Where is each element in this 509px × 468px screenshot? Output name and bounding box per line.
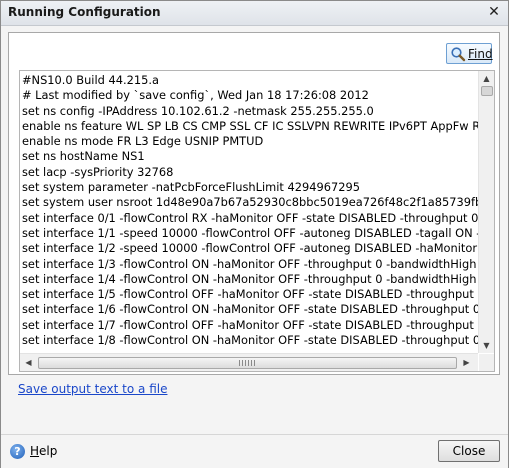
config-line: set system user nsroot 1d48e90a7b67a5293… [22, 195, 478, 210]
scrollbar-corner [479, 354, 494, 371]
scroll-down-icon[interactable]: ▼ [479, 338, 494, 353]
help-icon: ? [10, 444, 25, 459]
config-line: set lacp -sysPriority 32768 [22, 164, 174, 179]
config-line: set interface 1/2 -speed 10000 -flowCont… [22, 241, 478, 256]
config-panel: Find #NS10.0 Build 44.215.a # Last modifi… [8, 32, 500, 432]
horizontal-scroll-thumb[interactable] [38, 357, 457, 369]
config-line: set interface 1/5 -flowControl OFF -haMo… [22, 287, 478, 302]
config-line: set ns config -IPAddress 10.102.61.2 -ne… [22, 103, 374, 118]
config-line: set ns hostName NS1 [22, 149, 145, 164]
config-line: set system parameter -natPcbForceFlushLi… [22, 180, 360, 195]
config-line: set interface 1/8 -flowControl ON -haMon… [22, 333, 478, 348]
config-group-box: Find #NS10.0 Build 44.215.a # Last modifi… [8, 32, 500, 375]
scroll-left-icon[interactable]: ◀ [21, 355, 36, 370]
scroll-right-icon[interactable]: ▶ [459, 355, 474, 370]
config-line: # Last modified by `save config`, Wed Ja… [22, 88, 369, 103]
help-label: Help [30, 444, 58, 458]
save-output-link[interactable]: Save output text to a file [18, 382, 167, 396]
config-text-area[interactable]: #NS10.0 Build 44.215.a # Last modified by… [19, 70, 495, 372]
config-line: set interface 1/7 -flowControl OFF -haMo… [22, 317, 478, 332]
config-line: #NS10.0 Build 44.215.a [22, 73, 159, 87]
config-line: set interface 1/6 -flowControl ON -haMon… [22, 302, 478, 317]
vertical-scrollbar[interactable]: ▲ ▼ [478, 71, 494, 353]
config-line: enable ns feature WL SP LB CS CMP SSL CF… [22, 118, 478, 133]
horizontal-scrollbar[interactable]: ◀ ▶ [20, 353, 478, 371]
close-icon[interactable]: ✕ [486, 4, 502, 20]
config-line: set interface 1/3 -flowControl ON -haMon… [22, 256, 478, 271]
config-line: set interface 1/1 -speed 10000 -flowCont… [22, 225, 478, 240]
dialog-footer: ? Help Close [1, 434, 508, 468]
title-bar: Running Configuration ✕ [1, 1, 508, 26]
find-button[interactable]: Find [446, 43, 493, 64]
config-line: set interface 0/1 -flowControl RX -haMon… [22, 210, 478, 225]
config-text: #NS10.0 Build 44.215.a # Last modified by… [20, 71, 478, 353]
dialog-title: Running Configuration [8, 5, 161, 19]
config-line: set interface 1/4 -flowControl ON -haMon… [22, 271, 478, 286]
config-line: enable ns mode FR L3 Edge USNIP PMTUD [22, 134, 264, 149]
search-icon [451, 47, 466, 62]
running-configuration-dialog: Running Configuration ✕ Find #NS10.0 Bui… [0, 0, 509, 468]
vertical-scroll-thumb[interactable] [481, 86, 493, 96]
scroll-up-icon[interactable]: ▲ [479, 71, 494, 86]
find-label: Find [468, 47, 493, 61]
scroll-grip-icon [239, 360, 255, 366]
close-button[interactable]: Close [438, 440, 500, 462]
